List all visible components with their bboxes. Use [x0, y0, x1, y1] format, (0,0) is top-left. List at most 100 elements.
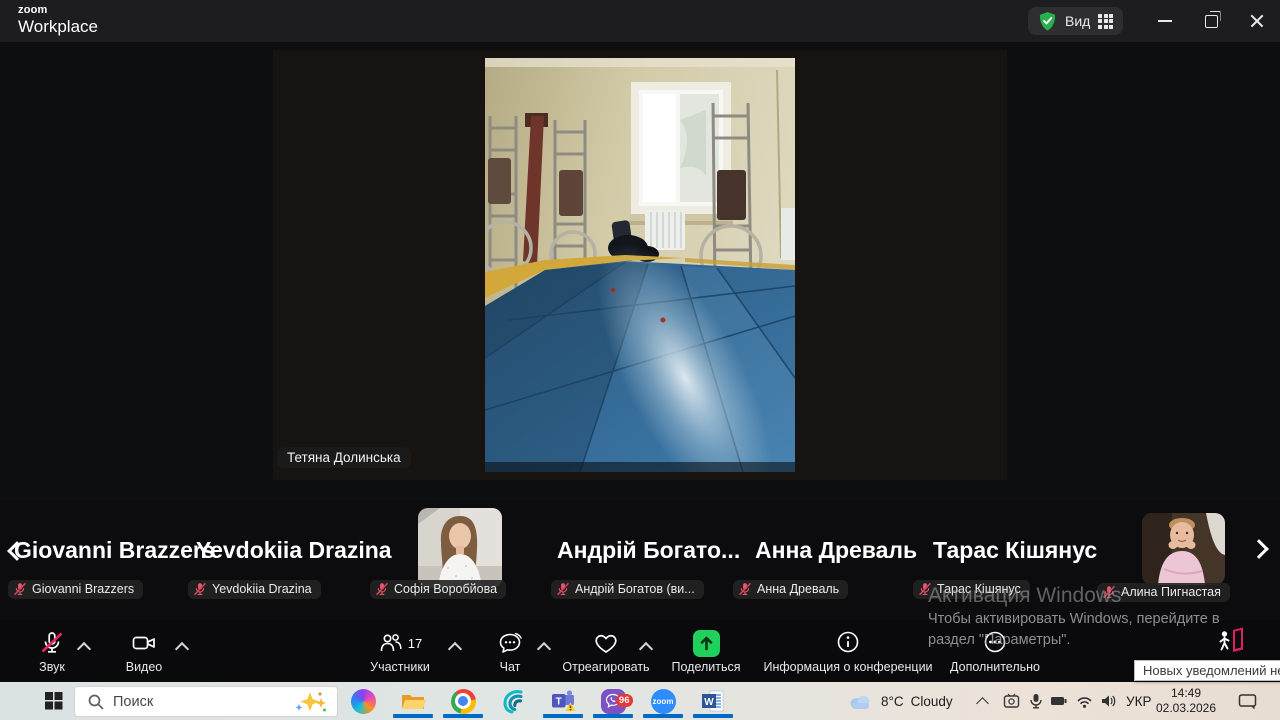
file-explorer-app-icon[interactable] — [399, 687, 427, 715]
chrome-icon — [451, 689, 476, 714]
share-screen-button[interactable]: Поделиться — [656, 627, 756, 674]
copilot-app-icon[interactable] — [349, 687, 377, 715]
mic-muted-icon — [13, 582, 27, 596]
zoom-icon: zoom — [651, 689, 676, 714]
chevron-up-icon — [448, 642, 462, 656]
chrome-app-icon[interactable] — [449, 687, 477, 715]
running-indicator — [543, 714, 583, 718]
participant-label: Анна Древаль — [733, 580, 848, 599]
participant-tile-name[interactable]: Тарас Кішянус — [933, 537, 1097, 564]
participant-label: Алина Пигнастая — [1097, 583, 1230, 602]
start-button[interactable] — [40, 687, 68, 715]
participant-video-tile[interactable] — [418, 508, 502, 588]
chat-icon — [496, 630, 524, 656]
participants-icon — [378, 630, 404, 656]
weather-condition: Cloudy — [911, 694, 953, 709]
microphone-tray-icon[interactable] — [1028, 682, 1044, 720]
minimize-button[interactable] — [1150, 8, 1180, 34]
speaker-name-label: Тетяна Долинська — [277, 447, 411, 468]
date-label: 02.03.2026 — [1150, 701, 1222, 716]
mic-muted-icon — [193, 582, 207, 596]
mic-muted-icon — [918, 582, 932, 596]
share-icon — [693, 630, 720, 657]
mic-muted-icon — [556, 582, 570, 596]
running-indicator — [443, 714, 483, 718]
zoom-app-icon[interactable]: zoom — [649, 687, 677, 715]
cast-tray-icon[interactable] — [1003, 682, 1021, 720]
video-button[interactable]: Видео — [104, 627, 184, 674]
search-placeholder: Поиск — [113, 694, 153, 710]
time-label: 14:49 — [1150, 686, 1222, 701]
meeting-toolbar: Звук Видео 17 Участники — [0, 620, 1280, 682]
running-indicator — [693, 714, 733, 718]
chevron-up-icon — [77, 642, 91, 656]
participant-tile-name[interactable]: Yevdokiia Drazina — [196, 537, 392, 564]
teams-app-icon[interactable]: T — [549, 687, 577, 715]
mic-muted-toolbar-icon — [39, 630, 65, 656]
search-input[interactable]: Поиск — [74, 686, 338, 717]
network-tray-icon[interactable] — [1076, 682, 1093, 720]
participant-label: Андрій Богатов (ви... — [551, 580, 704, 599]
participant-video-tile[interactable] — [1142, 513, 1225, 585]
notification-center-button[interactable] — [1238, 682, 1258, 720]
restore-button[interactable] — [1196, 8, 1226, 34]
react-options-chevron[interactable] — [638, 640, 654, 654]
gym-video-feed — [485, 58, 795, 472]
chevron-right-icon — [1249, 539, 1269, 559]
running-indicator — [593, 714, 633, 718]
view-menu-button[interactable]: Вид — [1028, 7, 1123, 35]
brand-zoom: zoom — [18, 5, 98, 16]
participants-button[interactable]: 17 Участники — [340, 627, 460, 674]
more-button[interactable]: Дополнительно — [905, 627, 1085, 674]
language-indicator[interactable]: УКР — [1126, 682, 1151, 720]
running-indicator — [643, 714, 683, 718]
battery-tray-icon[interactable] — [1050, 682, 1068, 720]
scroll-right-button[interactable] — [1248, 536, 1270, 562]
chevron-up-icon — [639, 642, 653, 656]
video-options-chevron[interactable] — [174, 640, 190, 654]
participant-tile-name[interactable]: Андрій Богато... — [557, 537, 740, 564]
main-video-tile[interactable]: Тетяна Долинська — [273, 50, 1007, 480]
wave-icon — [500, 688, 526, 714]
weather-temp: 8°C — [881, 694, 904, 709]
mic-muted-icon — [738, 582, 752, 596]
teams-icon: T — [550, 688, 577, 714]
camera-icon — [130, 630, 158, 656]
wave-app-icon[interactable] — [499, 687, 527, 715]
participant-video-sofiia — [418, 508, 502, 588]
participant-tile-name[interactable]: Giovanni Brazzers — [14, 537, 215, 564]
audio-options-chevron[interactable] — [76, 640, 92, 654]
notification-bubble-icon — [1238, 693, 1258, 710]
stage-area: Тетяна Долинська — [0, 42, 1280, 500]
speaker-name: Тетяна Долинська — [287, 450, 401, 465]
more-icon — [981, 629, 1009, 657]
tray-expand-button[interactable] — [978, 682, 987, 720]
close-icon — [1249, 13, 1265, 29]
participant-tile-name[interactable]: Анна Древаль — [755, 537, 917, 564]
participant-video-alina — [1142, 513, 1225, 585]
word-app-icon[interactable]: W — [699, 687, 727, 715]
participants-filmstrip: Giovanni Brazzers Yevdokiia Drazina Андр… — [0, 500, 1280, 620]
viber-app-icon[interactable]: 96 — [599, 687, 627, 715]
titlebar: zoom Workplace Вид — [0, 0, 1280, 42]
mic-muted-icon — [1102, 585, 1116, 599]
close-button[interactable] — [1242, 8, 1272, 34]
weather-widget[interactable]: 8°C Cloudy — [848, 682, 953, 720]
chevron-up-icon — [976, 697, 989, 710]
participant-label: Yevdokiia Drazina — [188, 580, 321, 599]
leave-meeting-button[interactable] — [1216, 626, 1250, 660]
chevron-up-icon — [175, 642, 189, 656]
volume-tray-icon[interactable] — [1100, 682, 1117, 720]
leave-meeting-icon — [1216, 626, 1246, 656]
participants-options-chevron[interactable] — [447, 640, 463, 654]
word-icon: W — [700, 688, 726, 714]
copilot-icon — [351, 689, 376, 714]
participant-label: Giovanni Brazzers — [8, 580, 143, 599]
notifications-tooltip: Новых уведомлений нет — [1134, 660, 1280, 681]
zoom-workplace-logo: zoom Workplace — [18, 5, 98, 35]
folder-icon — [400, 688, 426, 714]
clock[interactable]: 14:49 02.03.2026 — [1150, 686, 1222, 716]
language-label: УКР — [1126, 694, 1151, 709]
restore-icon — [1205, 15, 1218, 28]
mic-muted-icon — [375, 582, 389, 596]
